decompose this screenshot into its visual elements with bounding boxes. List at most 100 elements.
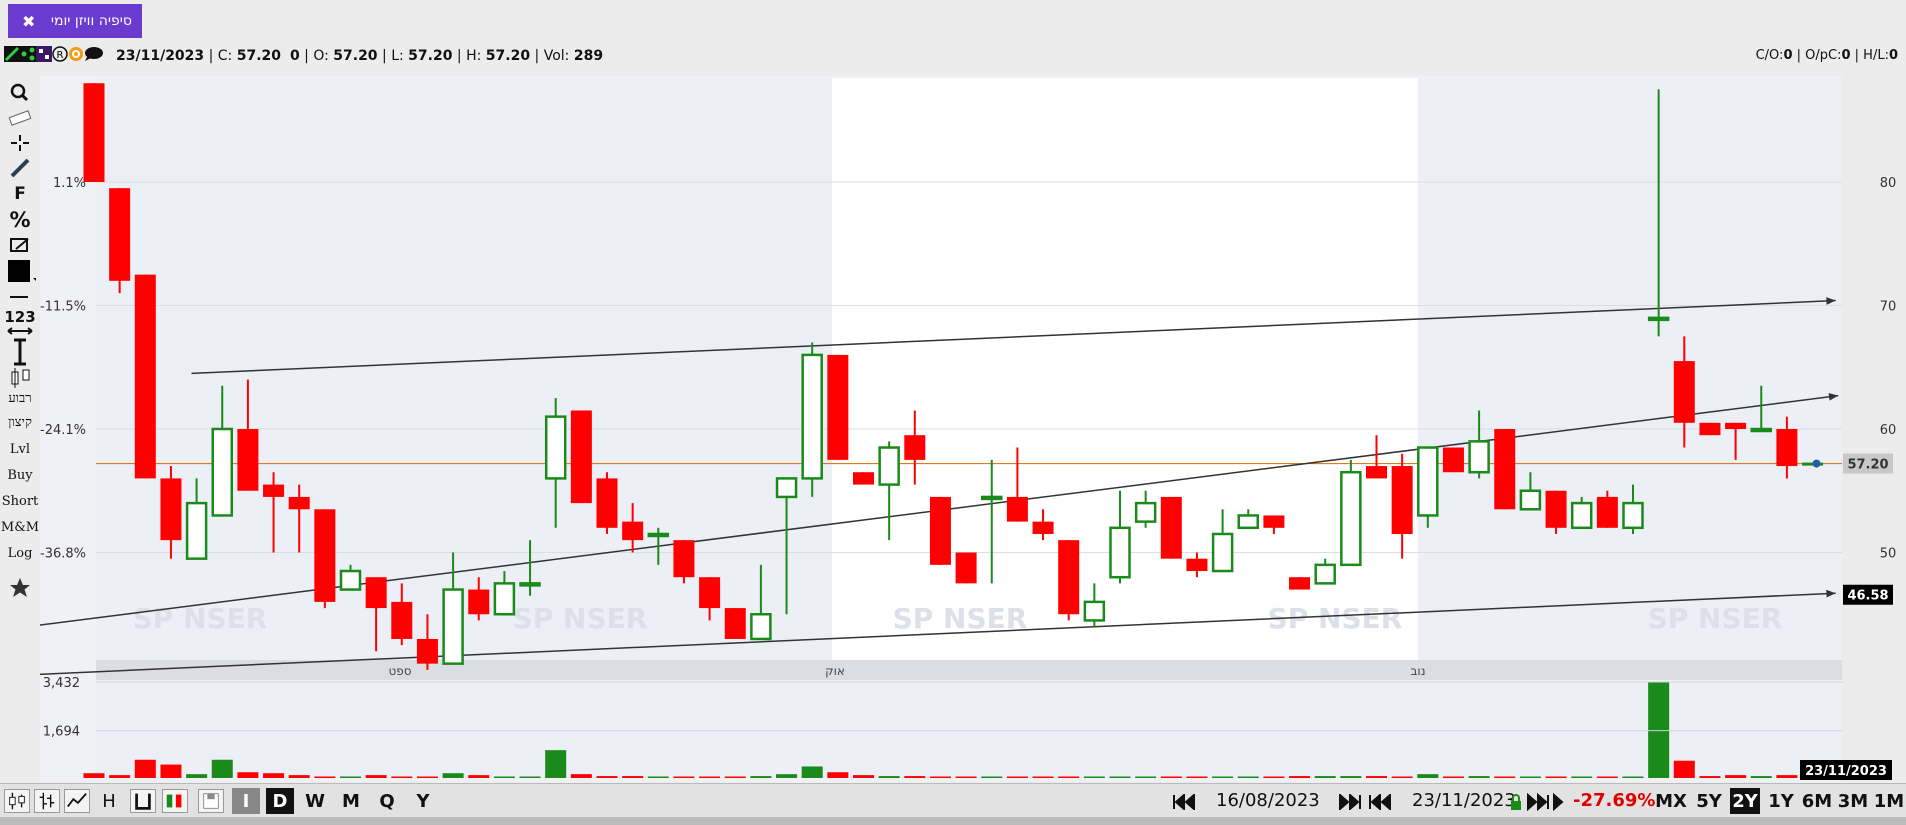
candle-body-36 [1006,496,1028,522]
volume-bar-17 [519,776,541,778]
candle-body-30 [853,472,874,485]
candle-body-42 [1160,496,1182,559]
date-from[interactable]: 16/08/2023 [1216,790,1320,811]
volume-bar-27 [776,774,798,778]
candle-body-8 [288,496,310,510]
level-marker: 46.58 [1843,584,1893,605]
candle-style-icon[interactable] [4,789,30,813]
star-icon[interactable] [0,576,40,598]
volume-bar-32 [904,776,926,778]
range-btn-1y[interactable]: 1Y [1766,788,1796,814]
interval-btn-w[interactable]: W [300,788,330,814]
candle-34 [955,552,977,584]
fibonacci-tool[interactable]: F [0,184,40,204]
volume-tick-0: 3,432 [43,676,80,691]
candle-63 [1699,422,1721,436]
candle-body-0 [83,83,105,182]
heikin-ashi-button[interactable]: H [96,788,122,814]
buy-tool[interactable]: Buy [0,468,40,483]
save-icon[interactable] [198,789,224,813]
candle-42 [1160,496,1182,559]
candle-body-29 [827,354,849,460]
crosshair-icon[interactable] [0,134,40,152]
bar-style-icon[interactable] [130,789,156,813]
volume-bar-28 [801,766,823,778]
watermark-1: SP NSER [513,602,648,635]
candle-body-65 [1750,427,1772,433]
line-width-icon[interactable] [0,292,40,302]
interval-btn-i[interactable]: I [232,788,260,814]
candle-body-45 [1237,514,1259,530]
candle-body-37 [1032,521,1054,534]
candle-body-27 [775,477,798,499]
candle-body-57 [1545,490,1567,528]
color-bars-icon[interactable] [162,789,188,813]
line-style-icon[interactable] [64,789,90,813]
hebrew-tool-2[interactable]: קיצון [0,414,40,430]
volume-bar-45 [1237,776,1259,778]
volume-bar-37 [1032,776,1054,778]
level-tool[interactable]: Lvl [0,442,40,457]
interval-btn-d[interactable]: D [266,788,294,814]
range-btn-6m[interactable]: 6M [1802,788,1832,814]
current-price-value: 57.20 [1847,458,1888,473]
nav-prev-icon[interactable] [1368,794,1408,810]
ohlc-style-icon[interactable] [34,789,60,813]
line-tool-icon[interactable] [0,158,40,178]
candle-body-59 [1596,496,1618,528]
candle-body-15 [468,589,490,615]
month-label-1: אוק [825,664,845,678]
range-btn-2y[interactable]: 2Y [1730,788,1760,814]
interval-btn-m[interactable]: M [336,788,366,814]
vertical-arrow-icon[interactable] [0,338,40,366]
candle-body-39 [1083,600,1106,622]
color-picker-icon[interactable] [0,258,40,284]
volume-bar-35 [981,776,1003,778]
date-to[interactable]: 23/11/2023 [1412,790,1516,811]
month-band-nov [1418,78,1842,660]
log-toggle[interactable]: Log [0,546,40,561]
candle-49 [1340,459,1362,567]
drawing-toolbar: F % 123 רבוע קיצון Lvl Buy Short M&M Log [0,76,40,781]
interval-btn-y[interactable]: Y [408,788,438,814]
nav-lock-last-icon[interactable] [1510,793,1568,811]
number-tool[interactable]: 123 [0,308,40,326]
volume-bar-29 [827,772,849,778]
candle-55 [1494,429,1516,510]
price-chart[interactable]: SP NSER SP NSER SP NSER SP NSER SP NSER 801.… [0,0,1906,782]
volume-bar-6 [237,772,259,778]
volume-bar-53 [1442,776,1464,778]
mm-tool[interactable]: M&M [0,520,40,535]
hebrew-tool-1[interactable]: רבוע [0,390,40,406]
zoom-icon[interactable] [0,82,40,102]
candle-body-53 [1442,447,1464,473]
candle-tool-icon[interactable] [0,366,40,388]
interval-btn-q[interactable]: Q [372,788,402,814]
pencil-icon[interactable] [0,236,40,254]
volume-bar-0 [83,773,105,778]
percent-tool[interactable]: % [0,208,40,232]
candle-body-1 [109,188,131,281]
nav-first-icon[interactable] [1172,794,1208,810]
candle-body-11 [365,577,387,609]
horizontal-arrow-icon[interactable] [0,326,40,336]
range-btn-mx[interactable]: MX [1654,788,1688,814]
eraser-icon[interactable] [0,110,40,126]
candle-47 [1289,577,1311,590]
range-btn-1m[interactable]: 1M [1874,788,1904,814]
candle-23 [673,540,695,584]
candle-body-26 [750,613,772,641]
short-tool[interactable]: Short [0,494,40,509]
candle-body-52 [1417,446,1439,517]
volume-bar-3 [160,764,182,778]
volume-bar-62 [1673,760,1695,778]
volume-bar-18 [545,750,567,778]
candle-body-6 [237,429,259,491]
nav-next-icon[interactable] [1326,794,1362,810]
range-btn-5y[interactable]: 5Y [1694,788,1724,814]
month-label-2: נוב [1410,664,1425,678]
volume-bar-11 [365,775,387,778]
range-btn-3m[interactable]: 3M [1838,788,1868,814]
volume-bar-24 [699,776,721,778]
pct-tick-1: -11.5% [40,300,86,315]
